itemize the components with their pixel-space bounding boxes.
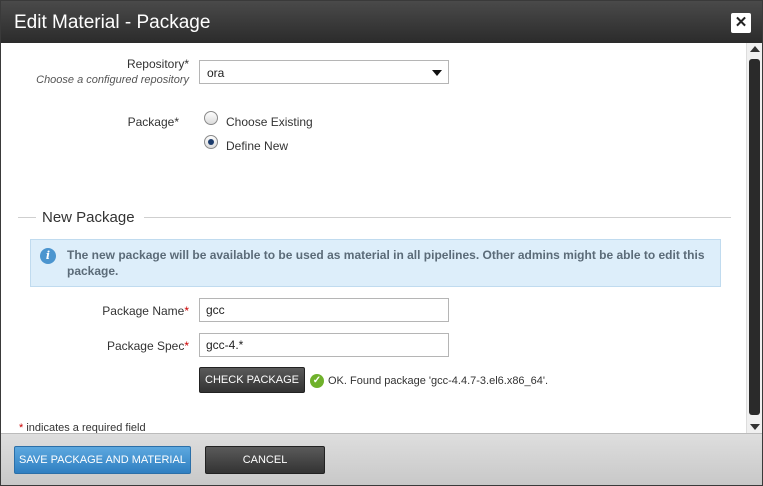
section-divider <box>144 217 731 218</box>
package-name-label: Package Name* <box>41 304 189 318</box>
package-label: Package* <box>127 115 179 129</box>
info-icon: i <box>40 248 56 264</box>
required-field-note: * indicates a required field <box>19 422 146 433</box>
radio-define-new-label[interactable]: Define New <box>226 139 288 153</box>
radio-define-new[interactable] <box>204 135 218 149</box>
info-text: The new package will be available to be … <box>67 248 705 278</box>
new-package-section-title: New Package <box>42 209 135 226</box>
radio-choose-existing[interactable] <box>204 111 218 125</box>
edit-material-dialog: Edit Material - Package ✕ Repository* Ch… <box>0 0 763 486</box>
repository-hint: Choose a configured repository <box>36 74 189 86</box>
dialog-footer: SAVE PACKAGE AND MATERIAL CANCEL <box>1 433 762 485</box>
dialog-title: Edit Material - Package <box>14 12 211 33</box>
package-name-label-text: Package Name <box>102 304 185 318</box>
close-button[interactable]: ✕ <box>731 13 751 33</box>
check-result-text: OK. Found package 'gcc-4.4.7-3.el6.x86_6… <box>328 375 549 387</box>
close-icon: ✕ <box>734 14 748 31</box>
check-success-icon: ✓ <box>310 374 324 388</box>
chevron-down-icon <box>432 70 442 76</box>
required-marker: * <box>184 304 189 318</box>
radio-choose-existing-label[interactable]: Choose Existing <box>226 115 313 129</box>
repository-label: Repository* <box>126 57 189 71</box>
repository-select-value: ora <box>207 66 225 80</box>
vertical-scrollbar[interactable] <box>746 43 762 433</box>
cancel-button[interactable]: CANCEL <box>205 446 325 474</box>
scroll-down-arrow-icon[interactable] <box>750 424 760 430</box>
package-name-input[interactable]: gcc <box>199 298 449 322</box>
dialog-titlebar: Edit Material - Package ✕ <box>1 1 762 43</box>
required-marker: * <box>184 339 189 353</box>
package-spec-label-text: Package Spec <box>106 339 185 353</box>
repository-select[interactable]: ora <box>199 60 449 84</box>
check-package-button[interactable]: CHECK PACKAGE <box>199 367 305 393</box>
scroll-up-arrow-icon[interactable] <box>750 46 760 52</box>
info-message: i The new package will be available to b… <box>30 239 721 287</box>
scrollbar-thumb[interactable] <box>749 59 760 415</box>
save-package-and-material-button[interactable]: SAVE PACKAGE AND MATERIAL <box>14 446 191 474</box>
dialog-content: Repository* Choose a configured reposito… <box>1 43 746 433</box>
package-spec-label: Package Spec* <box>41 339 189 353</box>
required-note-text: indicates a required field <box>23 422 146 433</box>
package-spec-input[interactable]: gcc-4.* <box>199 333 449 357</box>
section-divider <box>18 217 36 218</box>
